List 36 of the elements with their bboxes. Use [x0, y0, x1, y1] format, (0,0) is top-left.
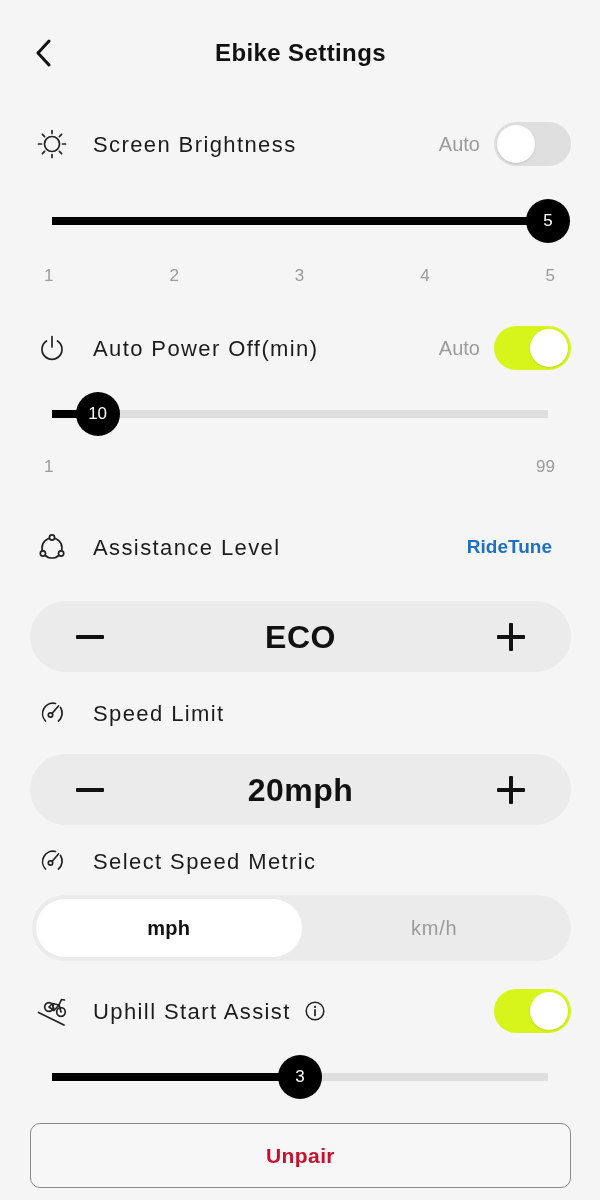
unit-option[interactable]: mph — [36, 899, 302, 957]
setting-label: Auto Power Off(min) — [93, 334, 319, 363]
toggle-switch[interactable] — [494, 122, 571, 166]
toggle-switch[interactable] — [494, 326, 571, 370]
slider-thumb[interactable]: 3 — [278, 1055, 322, 1099]
plus-icon — [497, 775, 525, 804]
back-icon — [35, 39, 51, 67]
stepper-value: ECO — [265, 617, 336, 657]
tick-label: 4 — [420, 266, 430, 286]
circle-nodes-icon — [37, 532, 67, 562]
setting-label: Uphill Start Assist — [93, 997, 291, 1026]
setting-label: Select Speed Metric — [93, 847, 317, 876]
plus-icon — [497, 622, 525, 651]
setting-label: Assistance Level — [93, 533, 281, 562]
tick-label: 1 — [44, 457, 54, 477]
bike-on-slope-icon — [37, 996, 67, 1026]
info-icon[interactable] — [304, 1001, 325, 1021]
auto-label: Auto — [438, 336, 480, 361]
tick-label: 1 — [44, 266, 54, 286]
toggle-switch[interactable] — [494, 989, 571, 1033]
tick-label: 99 — [536, 457, 555, 477]
sun-icon — [37, 129, 67, 159]
slider-thumb[interactable]: 10 — [75, 392, 120, 436]
minus-icon — [76, 787, 104, 792]
tick-label: 2 — [169, 266, 179, 286]
ridetune-link[interactable]: RideTune — [466, 532, 552, 562]
minus-icon — [76, 634, 104, 639]
setting-label: Speed Limit — [93, 699, 225, 728]
setting-label: Screen Brightness — [93, 130, 297, 159]
unpair-button[interactable]: Unpair — [30, 1123, 571, 1188]
stepper-value: 20mph — [247, 770, 354, 810]
tick-label: 3 — [294, 266, 305, 286]
page-title: Ebike Settings — [214, 38, 387, 68]
auto-label: Auto — [438, 132, 480, 157]
slider-thumb[interactable]: 5 — [526, 199, 570, 243]
tick-label: 5 — [545, 266, 555, 286]
